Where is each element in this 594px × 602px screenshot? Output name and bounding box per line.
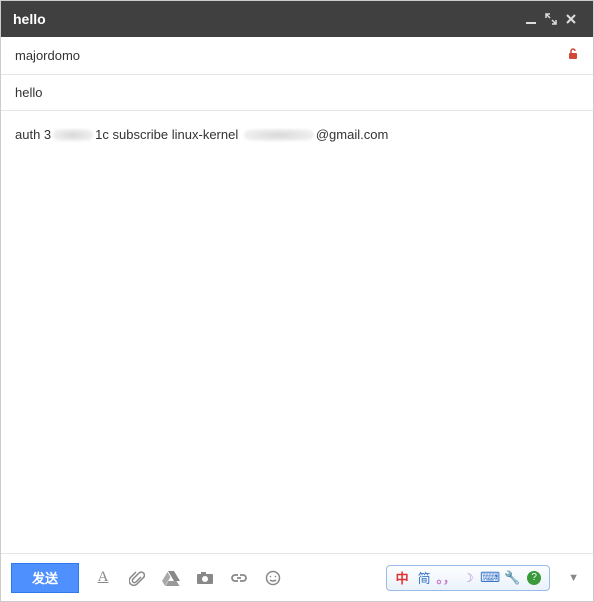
message-body[interactable]: auth 3 1c subscribe linux-kernel @gmail.…	[1, 111, 593, 553]
ime-settings-icon[interactable]: 🔧	[503, 569, 521, 587]
attach-file-icon[interactable]	[127, 568, 147, 588]
recipients-value: majordomo	[15, 48, 567, 63]
ime-softkbd-icon[interactable]: ☽	[459, 569, 477, 587]
lock-icon	[567, 47, 579, 64]
ime-keyboard-icon[interactable]: ⌨	[481, 569, 499, 587]
ime-simplified[interactable]: 简	[415, 569, 433, 587]
subject-value: hello	[15, 85, 579, 100]
redacted-text	[53, 129, 93, 141]
close-icon[interactable]	[561, 13, 581, 25]
more-options-icon[interactable]: ▼	[564, 572, 583, 584]
camera-icon[interactable]	[195, 568, 215, 588]
body-text: 1c subscribe linux-kernel	[95, 125, 238, 145]
fullscreen-icon[interactable]	[541, 13, 561, 25]
drive-icon[interactable]	[161, 568, 181, 588]
subject-field[interactable]: hello	[1, 75, 593, 111]
ime-punctuation-icon[interactable]: 。，	[437, 569, 455, 587]
emoji-icon[interactable]	[263, 568, 283, 588]
body-text-line: auth 3 1c subscribe linux-kernel @gmail.…	[15, 125, 388, 145]
ime-mode-chinese[interactable]: 中	[393, 569, 411, 587]
body-text: @gmail.com	[316, 125, 388, 145]
window-title: hello	[13, 11, 46, 27]
send-button[interactable]: 发送	[11, 563, 79, 593]
window-titlebar: hello	[1, 1, 593, 37]
compose-toolbar: 发送 A	[1, 553, 593, 601]
minimize-icon[interactable]	[521, 13, 541, 25]
body-text	[238, 125, 242, 145]
recipients-field[interactable]: majordomo	[1, 37, 593, 75]
redacted-text	[244, 129, 314, 141]
ime-help-icon[interactable]: ?	[525, 569, 543, 587]
ime-toolbar: 中 简 。， ☽ ⌨ 🔧 ?	[386, 565, 550, 591]
insert-link-icon[interactable]	[229, 568, 249, 588]
body-text: auth 3	[15, 125, 51, 145]
format-text-icon[interactable]: A	[93, 568, 113, 588]
